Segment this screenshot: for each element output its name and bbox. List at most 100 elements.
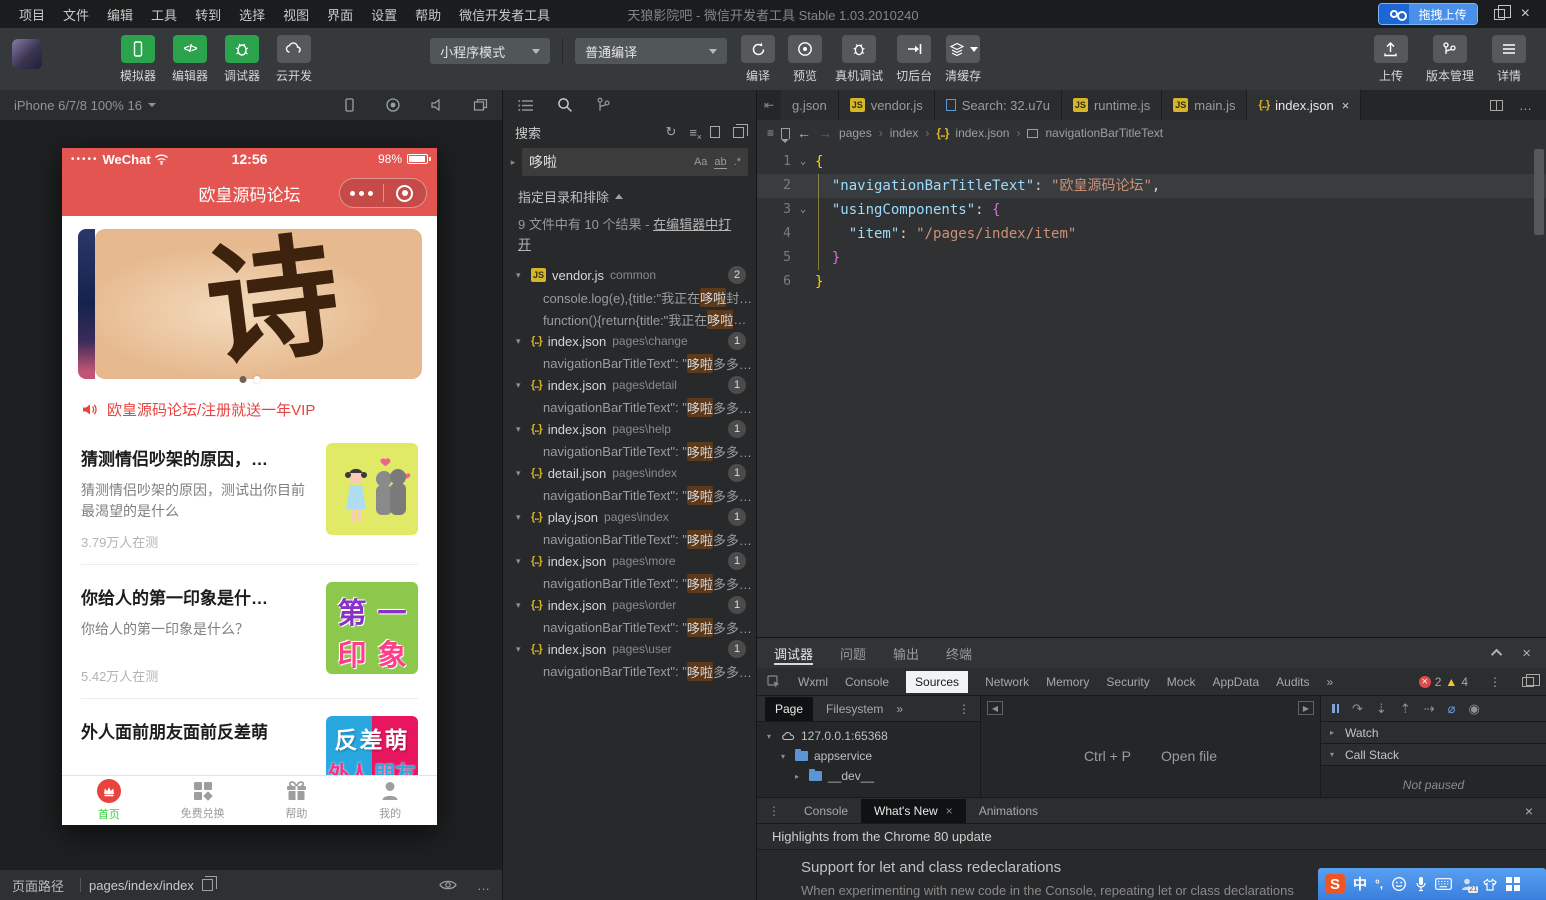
more-tabs-icon[interactable]: »: [896, 702, 903, 716]
chevron-down-icon[interactable]: ▾: [516, 600, 525, 611]
clear-results-icon[interactable]: ≡: [689, 125, 701, 142]
drawer-tab-whats-new[interactable]: What's New ×: [861, 798, 966, 823]
tab-filesystem[interactable]: Filesystem: [826, 702, 883, 716]
open-in-editor-icon[interactable]: [710, 126, 720, 138]
step-over-icon[interactable]: ↷: [1352, 701, 1363, 717]
inspect-icon[interactable]: [767, 674, 781, 689]
undock-icon[interactable]: [1522, 673, 1540, 687]
tree-item-dev[interactable]: ▸ __dev__: [757, 766, 980, 786]
pane-menu-icon[interactable]: ⋮: [958, 702, 980, 716]
code-line[interactable]: 6 }: [757, 270, 1546, 294]
compile-button[interactable]: 编译: [741, 35, 776, 84]
tab-runtime-js[interactable]: JS runtime.js: [1061, 90, 1163, 120]
close-window-icon[interactable]: ×: [1521, 6, 1530, 22]
search-result-file[interactable]: ▾ {..} index.json pages\change 1: [503, 330, 756, 352]
menu-select[interactable]: 选择: [230, 5, 274, 24]
expand-replace-icon[interactable]: ▸: [507, 157, 519, 168]
step-icon[interactable]: ⇢: [1424, 701, 1435, 717]
git-fork-icon[interactable]: [596, 97, 611, 113]
chevron-down-icon[interactable]: ▾: [516, 424, 525, 435]
step-out-icon[interactable]: ⇡: [1400, 701, 1411, 717]
tab-network[interactable]: Network: [985, 675, 1029, 689]
tab-sources[interactable]: Sources: [906, 670, 969, 693]
more-actions-icon[interactable]: …: [1519, 98, 1532, 113]
device-selector[interactable]: iPhone 6/7/8 100% 16: [14, 98, 142, 113]
search-match[interactable]: navigationBarTitleText": " 哆啦 多多…: [503, 572, 756, 594]
account-avatar[interactable]: [12, 39, 42, 69]
chevron-down-icon[interactable]: ▾: [516, 644, 525, 655]
search-match[interactable]: navigationBarTitleText": " 哆啦 多多…: [503, 616, 756, 638]
search-result-file[interactable]: ▾ {..} index.json pages\user 1: [503, 638, 756, 660]
ime-lang-toggle[interactable]: 中: [1353, 874, 1367, 894]
search-result-file[interactable]: ▾ {..} detail.json pages\index 1: [503, 462, 756, 484]
chevron-down-icon[interactable]: ▾: [516, 336, 525, 347]
eye-icon[interactable]: [439, 879, 457, 891]
show-navigator-icon[interactable]: ◀: [987, 701, 1003, 715]
restore-window-icon[interactable]: [1493, 4, 1511, 20]
chevron-down-icon[interactable]: ▾: [516, 380, 525, 391]
menu-help[interactable]: 帮助: [406, 5, 450, 24]
cloud-dev-button[interactable]: 云开发: [276, 35, 312, 84]
search-result-file[interactable]: ▾ {..} play.json pages\index 1: [503, 506, 756, 528]
search-match[interactable]: function(){return{title:"我正在 哆啦…: [503, 308, 756, 330]
code-line[interactable]: 1 ⌄ {: [757, 150, 1546, 174]
back-icon[interactable]: ←: [797, 125, 811, 141]
tab-appdata[interactable]: AppData: [1212, 675, 1259, 689]
keyboard-icon[interactable]: [1435, 878, 1453, 890]
editor-scrollbar[interactable]: [1534, 149, 1544, 235]
search-match[interactable]: navigationBarTitleText": " 哆啦 多多…: [503, 396, 756, 418]
menu-tools[interactable]: 工具: [142, 5, 186, 24]
drawer-menu-icon[interactable]: ⋮: [757, 804, 791, 818]
close-tab-icon[interactable]: ×: [1342, 98, 1350, 113]
search-match[interactable]: navigationBarTitleText": " 哆啦 多多…: [503, 528, 756, 550]
tab-terminal[interactable]: 终端: [946, 638, 972, 668]
refresh-icon[interactable]: ↻: [666, 124, 677, 140]
tab-memory[interactable]: Memory: [1046, 675, 1089, 689]
search-match[interactable]: navigationBarTitleText": " 哆啦 多多…: [503, 484, 756, 506]
real-device-debug-button[interactable]: 真机调试: [835, 35, 883, 84]
ime-toolbox-icon[interactable]: [1506, 877, 1521, 891]
search-result-file[interactable]: ▾ {..} index.json pages\order 1: [503, 594, 756, 616]
tab-home[interactable]: 首页: [62, 776, 156, 825]
tree-item-host[interactable]: ▾ 127.0.0.1:65368: [757, 726, 980, 746]
close-drawer-icon[interactable]: ×: [1525, 803, 1546, 819]
mic-icon[interactable]: [1415, 876, 1427, 892]
step-into-icon[interactable]: ⇣: [1376, 701, 1387, 717]
switch-background-button[interactable]: 切后台: [896, 35, 932, 84]
emoji-icon[interactable]: [1391, 876, 1407, 892]
mode-dropdown[interactable]: 小程序模式: [430, 38, 551, 64]
search-match[interactable]: console.log(e),{title:"我正在 哆啦 封…: [503, 286, 756, 308]
close-tab-icon[interactable]: ×: [946, 804, 953, 818]
whole-word-icon[interactable]: ab: [714, 156, 727, 169]
ime-account-icon[interactable]: 21: [1460, 877, 1479, 893]
menu-settings[interactable]: 设置: [362, 5, 406, 24]
tab-output[interactable]: 输出: [893, 638, 919, 668]
editor-toggle-button[interactable]: </> 编辑器: [172, 35, 208, 84]
menu-file[interactable]: 文件: [54, 5, 98, 24]
search-match[interactable]: navigationBarTitleText": " 哆啦 多多…: [503, 660, 756, 682]
dir-exclude-toggle[interactable]: 指定目录和排除: [503, 182, 756, 209]
search-result-file[interactable]: ▾ {..} index.json pages\detail 1: [503, 374, 756, 396]
search-input[interactable]: 哆啦 Aa ab .*: [522, 148, 748, 176]
notice-bar[interactable]: 欧皇源码论坛/注册就送一年VIP: [62, 392, 437, 426]
chevron-down-icon[interactable]: ▾: [516, 468, 525, 479]
collapse-panel-icon[interactable]: [1491, 648, 1503, 661]
tab-main-js[interactable]: JS main.js: [1162, 90, 1248, 120]
ime-punct-toggle[interactable]: °,: [1375, 877, 1383, 891]
code-line-current[interactable]: 2 "navigationBarTitleText": "欧皇源码论坛",: [757, 174, 1546, 198]
copy-icon[interactable]: [201, 876, 217, 891]
search-match[interactable]: navigationBarTitleText": " 哆啦 多多…: [503, 440, 756, 462]
code-editor[interactable]: 1 ⌄ { 2 "navigationBarTitleText": "欧皇源码论坛…: [757, 146, 1546, 637]
split-editor-icon[interactable]: [1490, 99, 1503, 111]
chevron-down-icon[interactable]: ▾: [516, 512, 525, 523]
simulator-toggle-button[interactable]: 模拟器: [120, 35, 156, 84]
watch-section[interactable]: ▸ Watch: [1321, 722, 1546, 744]
code-line[interactable]: 5 }: [757, 246, 1546, 270]
mute-icon[interactable]: [429, 98, 445, 112]
tab-free-exchange[interactable]: 免费兑换: [156, 776, 250, 825]
tab-mock[interactable]: Mock: [1167, 675, 1196, 689]
tab-mine[interactable]: 我的: [343, 776, 437, 825]
pause-on-exceptions-icon[interactable]: ◉: [1468, 701, 1479, 717]
fold-icon[interactable]: ⌄: [791, 198, 815, 222]
tab-search-editor[interactable]: Search: 32.u7u: [934, 90, 1062, 120]
